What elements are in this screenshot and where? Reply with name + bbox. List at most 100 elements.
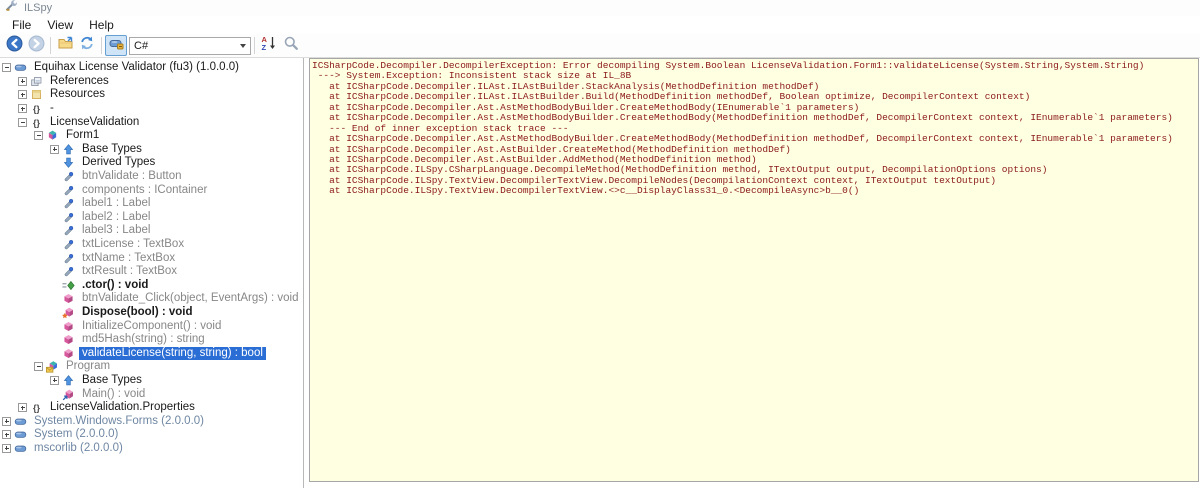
arrow-down-icon — [62, 156, 76, 169]
tree-item[interactable]: InitializeComponent() : void — [0, 319, 303, 333]
menu-item-file[interactable]: File — [4, 17, 39, 33]
tree-item[interactable]: Derived Types — [0, 156, 303, 170]
open-folder-icon — [57, 35, 74, 56]
expand-icon[interactable] — [18, 104, 27, 113]
tree-item[interactable]: System.Windows.Forms (2.0.0.0) — [0, 414, 303, 428]
toolbar: C# A Z — [0, 34, 1200, 57]
expand-icon[interactable] — [50, 376, 59, 385]
tree-item-label: label3 : Label — [79, 224, 153, 237]
tree-item[interactable]: {}LicenseValidation — [0, 115, 303, 129]
method-icon — [62, 292, 76, 305]
language-select-value: C# — [130, 40, 235, 52]
tree-item[interactable]: {}LicenseValidation.Properties — [0, 401, 303, 415]
assembly-icon — [14, 428, 28, 441]
tree-item[interactable]: btnValidate_Click(object, EventArgs) : v… — [0, 292, 303, 306]
tree-item-label: txtName : TextBox — [79, 252, 178, 265]
field-icon — [62, 211, 76, 224]
tree-item-label: label1 : Label — [79, 197, 153, 210]
arrow-up-icon — [62, 143, 76, 156]
tree-item-label: mscorlib (2.0.0.0) — [31, 442, 126, 455]
tree-item[interactable]: txtName : TextBox — [0, 251, 303, 265]
tree-item[interactable]: btnValidate : Button — [0, 170, 303, 184]
tree-item-label: btnValidate : Button — [79, 170, 185, 183]
tree-item[interactable]: label1 : Label — [0, 197, 303, 211]
back-button[interactable] — [3, 35, 25, 56]
method-icon — [62, 347, 76, 360]
tree-item[interactable]: Equihax License Validator (fu3) (1.0.0.0… — [0, 61, 303, 75]
tree-item[interactable]: components : IContainer — [0, 183, 303, 197]
tree-item[interactable]: Program — [0, 360, 303, 374]
expand-icon[interactable] — [50, 145, 59, 154]
tree-item-label: Dispose(bool) : void — [79, 306, 196, 319]
tree-item-label: Program — [63, 360, 113, 373]
show-internal-toggle-icon — [108, 35, 124, 56]
tree-item-label: Derived Types — [79, 156, 158, 169]
tree-item[interactable]: .ctor() : void — [0, 279, 303, 293]
expand-icon[interactable] — [2, 444, 11, 453]
expand-icon[interactable] — [2, 430, 11, 439]
tree-item[interactable]: Resources — [0, 88, 303, 102]
ctor-icon — [62, 279, 76, 292]
tree-item[interactable]: label2 : Label — [0, 211, 303, 225]
collapse-icon[interactable] — [18, 118, 27, 127]
tree-item[interactable]: Base Types — [0, 374, 303, 388]
tree-item[interactable]: label3 : Label — [0, 224, 303, 238]
tree-item[interactable]: Dispose(bool) : void — [0, 306, 303, 320]
stack-trace-line: at ICSharpCode.Decompiler.Ast.AstMethodB… — [312, 134, 1198, 144]
language-select[interactable]: C# — [129, 37, 251, 55]
field-icon — [62, 184, 76, 197]
tree-item-label: .ctor() : void — [79, 279, 151, 292]
class-internal-icon — [46, 360, 60, 373]
tree-item[interactable]: Main() : void — [0, 387, 303, 401]
toolbar-separator — [254, 37, 255, 54]
reload-assemblies-button[interactable] — [76, 35, 98, 56]
field-icon — [62, 238, 76, 251]
tree-item-label: InitializeComponent() : void — [79, 320, 224, 333]
menu-item-view[interactable]: View — [39, 17, 81, 33]
assembly-icon — [14, 442, 28, 455]
tree-item-label: System (2.0.0.0) — [31, 428, 121, 441]
field-icon — [62, 252, 76, 265]
method-icon — [62, 320, 76, 333]
search-icon — [283, 35, 299, 56]
field-icon — [62, 224, 76, 237]
tree-item[interactable]: {}- — [0, 102, 303, 116]
tree-item-label: Base Types — [79, 374, 145, 387]
tree-item[interactable]: mscorlib (2.0.0.0) — [0, 442, 303, 456]
tree-item-label: md5Hash(string) : string — [79, 333, 208, 346]
forward-button[interactable] — [25, 35, 47, 56]
tree-item[interactable]: txtLicense : TextBox — [0, 238, 303, 252]
tree-item-label: validateLicense(string, string) : bool — [79, 347, 266, 360]
field-icon — [62, 265, 76, 278]
search-button[interactable] — [280, 35, 302, 56]
tree-item[interactable]: Base Types — [0, 143, 303, 157]
expand-icon[interactable] — [18, 90, 27, 99]
collapse-icon[interactable] — [34, 362, 43, 371]
tree-item[interactable]: txtResult : TextBox — [0, 265, 303, 279]
expand-icon[interactable] — [2, 417, 11, 426]
sort-az-icon: A Z — [261, 35, 277, 56]
assembly-icon — [14, 415, 28, 428]
namespace-icon: {} — [30, 401, 44, 414]
tree-item[interactable]: validateLicense(string, string) : bool — [0, 346, 303, 360]
collapse-icon[interactable] — [2, 63, 11, 72]
decompiler-textview[interactable]: ICSharpCode.Decompiler.DecompilerExcepti… — [309, 58, 1199, 482]
tree-item-label: System.Windows.Forms (2.0.0.0) — [31, 415, 207, 428]
forward-icon — [28, 35, 45, 57]
sort-assemblies-button[interactable]: A Z — [258, 35, 280, 56]
svg-text:{}: {} — [33, 104, 40, 114]
open-assembly-button[interactable] — [54, 35, 76, 56]
show-internal-api-toggle[interactable] — [105, 35, 127, 56]
expand-icon[interactable] — [18, 77, 27, 86]
field-icon — [62, 170, 76, 183]
assembly-tree[interactable]: Equihax License Validator (fu3) (1.0.0.0… — [0, 58, 304, 488]
namespace-icon: {} — [30, 116, 44, 129]
collapse-icon[interactable] — [34, 131, 43, 140]
tree-item[interactable]: References — [0, 75, 303, 89]
tree-item[interactable]: System (2.0.0.0) — [0, 428, 303, 442]
tree-item[interactable]: md5Hash(string) : string — [0, 333, 303, 347]
expand-icon[interactable] — [18, 403, 27, 412]
menu-item-help[interactable]: Help — [81, 17, 122, 33]
tree-item[interactable]: Form1 — [0, 129, 303, 143]
tree-item-label: components : IContainer — [79, 184, 210, 197]
